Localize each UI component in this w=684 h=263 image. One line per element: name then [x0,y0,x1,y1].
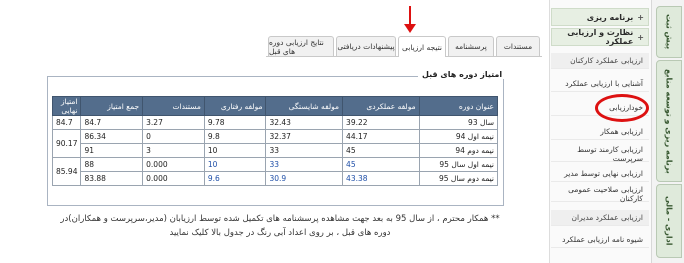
cell-total: 84.7 [80,115,144,130]
cell-documents: 3 [142,143,205,158]
cell-performance: 45 [342,143,420,158]
cell-final: 90.17 [51,129,82,158]
cell-performance: 44.17 [342,129,420,144]
sidebar-head-evaluation[interactable]: + نظارت و ارزیابی عملکرد [551,28,649,46]
cell-behavior: 10 [203,143,267,158]
tab-label: نتیجه ارزیابی [402,42,442,52]
cell-period: نیمه دوم سال 95 [418,171,499,186]
rail-tab-3[interactable]: اداری - مالی [656,184,682,258]
table-row: نیمه اول سال 95 45 33 10 0.000 88 85.94 [51,157,499,186]
cell-documents: 0 [142,129,205,144]
sidebar-item-label: ارزیابی نهایی توسط مدیر [564,169,643,178]
cell-competency-link[interactable]: 33 [265,157,344,172]
sidebar-item-manager-evaluation[interactable]: ارزیابی عملکرد مدیران [551,210,649,226]
sidebar-item-peer[interactable]: ارزیابی همکار [551,124,649,140]
sidebar-head-label: نظارت و ارزیابی عملکرد [567,28,634,46]
cell-documents: 0.000 [142,171,205,186]
tab-questionnaire[interactable]: پرسشنامه [448,36,494,56]
cell-total: 86.34 [80,129,144,144]
tab-label: پرسشنامه [455,42,487,51]
tab-documents[interactable]: مستندات [496,36,540,56]
col-total: جمع امتیاز [80,96,144,116]
sidebar-item-label: ارزیابی صلاحیت عمومی کارکنان [568,184,643,203]
sidebar-item-label: شیوه نامه ارزیابی عملکرد [562,235,643,244]
col-final: امتیاز نهایی [51,96,82,116]
table-header-row: عنوان دوره مولفه عملکردی مولفه شایستگی م… [51,96,499,116]
sidebar-item-staff-evaluation[interactable]: ارزیابی عملکرد کارکنان [551,53,649,69]
sidebar-item-supervisor[interactable]: ارزیابی کارمند توسط سرپرست [551,144,649,163]
rail-tab-2[interactable]: برنامه ریزی و توسعه منابع [656,60,682,182]
table-row: سال 93 39.22 32.43 9.78 3.27 84.7 84.7 [51,115,499,130]
sidebar-head-label: برنامه ریزی [586,12,634,22]
sidebar-head-planning[interactable]: + برنامه ریزی [551,8,649,26]
cell-period: نیمه دوم 94 [418,143,499,158]
table-row: نیمه دوم سال 95 43.38 30.9 9.6 0.000 83.… [53,171,499,186]
col-competency: مولفه شایستگی [265,96,344,116]
scores-table: عنوان دوره مولفه عملکردی مولفه شایستگی م… [51,96,499,186]
sidebar-item-intro[interactable]: آشنایی با ارزیابی عملکرد [551,76,649,92]
tab-received-suggestions[interactable]: پیشنهادات دریافتی [336,36,396,56]
sidebar-item-guideline[interactable]: شیوه نامه ارزیابی عملکرد [551,232,649,248]
cell-total: 83.88 [80,171,144,186]
table-row: نیمه دوم 94 45 33 10 3 91 [53,143,499,158]
annotation-ellipse [595,94,649,122]
rail-tab-label: اداری - مالی [664,196,674,246]
cell-period: نیمه اول 94 [418,129,499,144]
tab-label: پیشنهادات دریافتی [337,42,395,51]
tab-evaluation-result[interactable]: نتیجه ارزیابی [398,36,446,57]
tab-label: مستندات [503,42,533,51]
plus-icon: + [637,32,644,42]
cell-behavior-link[interactable]: 10 [203,157,267,172]
sidebar-item-label: ارزیابی همکار [600,127,643,136]
annotation-arrow [409,6,411,26]
cell-behavior: 9.78 [203,115,267,130]
cell-final: 85.94 [51,157,82,186]
sidebar-item-manager-final[interactable]: ارزیابی نهایی توسط مدیر [551,166,649,182]
annotation-arrow-head [404,24,416,33]
cell-competency-link[interactable]: 30.9 [265,171,344,186]
cell-documents: 3.27 [142,115,205,130]
cell-documents: 0.000 [142,157,205,172]
plus-icon: + [637,12,644,22]
col-performance: مولفه عملکردی [342,96,420,116]
sidebar-item-label: ارزیابی کارمند توسط سرپرست [577,144,643,163]
cell-total: 88 [80,157,144,172]
col-documents: مستندات [142,96,205,116]
tab-previous-results[interactable]: نتایج ارزیابی دوره های قبل [268,36,334,56]
cell-behavior-link[interactable]: 9.6 [203,171,267,186]
cell-performance-link[interactable]: 43.38 [342,171,420,186]
cell-competency: 32.37 [265,129,344,144]
cell-performance: 39.22 [342,115,420,130]
cell-period: سال 93 [418,115,499,130]
rail-tab-label: برنامه ریزی و توسعه منابع [664,68,674,174]
cell-competency: 33 [265,143,344,158]
cell-total: 91 [80,143,144,158]
rail-tab-1[interactable]: پیش ثبت [656,6,682,58]
sidebar-item-general-competency[interactable]: ارزیابی صلاحیت عمومی کارکنان [551,184,649,203]
cell-performance-link[interactable]: 45 [342,157,420,172]
footnote: ** همکار محترم ، از سال 95 به بعد جهت مش… [60,214,500,238]
sidebar-item-label: آشنایی با ارزیابی عملکرد [565,79,643,88]
table-row: نیمه اول 94 44.17 32.37 9.8 0 86.34 90.1… [51,129,499,158]
sidebar-item-label: ارزیابی عملکرد کارکنان [570,56,643,65]
cell-period: نیمه اول سال 95 [418,157,499,172]
rail-tab-label: پیش ثبت [664,14,674,50]
cell-final: 84.7 [51,115,82,130]
col-period: عنوان دوره [418,96,499,116]
cell-competency: 32.43 [265,115,344,130]
panel-title: امتیاز دوره های قبل [418,70,507,79]
cell-behavior: 9.8 [203,129,267,144]
col-behavior: مولفه رفتاری [203,96,267,116]
tab-label: نتایج ارزیابی دوره های قبل [269,37,324,56]
sidebar-item-label: ارزیابی عملکرد مدیران [571,213,644,222]
